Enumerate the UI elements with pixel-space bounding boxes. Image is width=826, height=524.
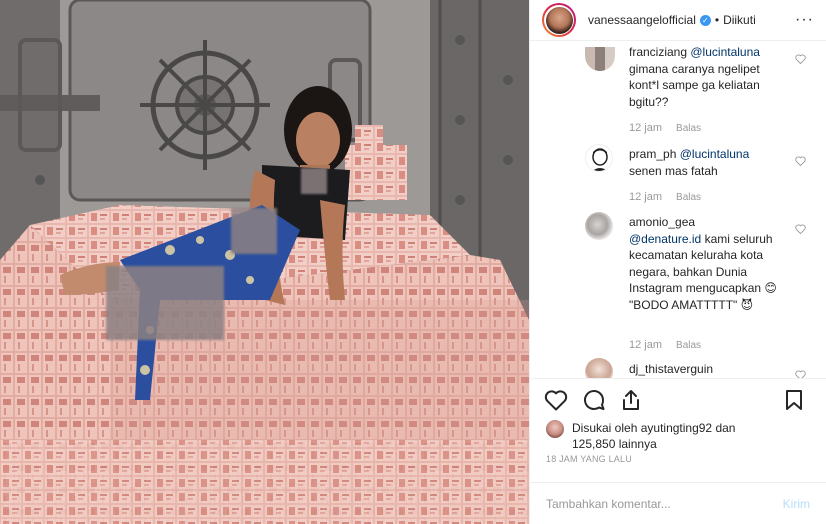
author-avatar[interactable] <box>542 3 576 37</box>
reply-button[interactable]: Balas <box>676 340 701 351</box>
censor-box-3 <box>106 266 224 340</box>
comment-time: 12 jam <box>629 122 663 134</box>
liker-username[interactable]: ayutingting92 <box>641 421 712 435</box>
comment-mention[interactable]: @lucintaluna <box>690 45 760 59</box>
commenter-avatar[interactable] <box>585 47 615 71</box>
author-username[interactable]: vanessaangelofficial <box>588 13 696 27</box>
commenter-avatar[interactable] <box>585 144 613 172</box>
reply-button[interactable]: Balas <box>676 192 701 203</box>
post-timestamp[interactable]: 18 JAM YANG LALU <box>530 452 826 482</box>
comment-input[interactable] <box>546 496 783 511</box>
header-separator: • <box>714 13 720 27</box>
censor-box-1 <box>301 168 327 194</box>
post-sidebar: vanessaangelofficial ✓ • Diikuti ··· fra… <box>529 0 826 524</box>
comment-username[interactable]: pram_ph <box>629 147 676 161</box>
comment-heart-icon[interactable] <box>795 54 806 64</box>
comment-heart-icon[interactable] <box>795 370 806 378</box>
instagram-post-view: vanessaangelofficial ✓ • Diikuti ··· fra… <box>0 0 826 524</box>
likes-summary: Disukai oleh ayutingting92 dan 125,850 l… <box>530 420 826 452</box>
comment-time: 12 jam <box>629 191 663 203</box>
more-options-icon[interactable]: ··· <box>795 11 814 29</box>
commenter-avatar[interactable] <box>585 212 613 240</box>
post-comment-button[interactable]: Kirim <box>783 497 810 511</box>
post-header: vanessaangelofficial ✓ • Diikuti ··· <box>530 0 826 41</box>
share-icon[interactable] <box>620 388 642 412</box>
likes-count[interactable]: 125,850 lainnya <box>572 437 657 451</box>
comment-meta: 12 jam Balas <box>629 191 701 203</box>
post-actions-bar <box>530 378 826 420</box>
comment-meta: 12 jam Balas <box>629 122 701 134</box>
likes-prefix: Disukai oleh <box>572 421 638 435</box>
add-comment-form: Kirim <box>530 482 826 524</box>
comment-mention[interactable]: @denature.id <box>629 232 701 246</box>
commenter-avatar[interactable] <box>585 358 613 378</box>
heart-icon[interactable] <box>544 389 568 411</box>
photo-illustration <box>0 0 529 524</box>
likes-middle: dan <box>715 421 736 435</box>
comment-time: 12 jam <box>629 339 663 351</box>
comment-icon[interactable] <box>582 388 606 412</box>
comment-meta: 12 jam Balas <box>629 339 701 351</box>
comment-username[interactable]: franciziang <box>629 45 687 59</box>
comment-text: senen mas fatah <box>629 163 718 178</box>
censor-box-2 <box>231 208 277 254</box>
reply-button[interactable]: Balas <box>676 123 701 134</box>
post-photo[interactable] <box>0 0 529 524</box>
comment-heart-icon[interactable] <box>795 156 806 166</box>
comment-heart-icon[interactable] <box>795 224 806 234</box>
comments-list[interactable]: franciziang @lucintaluna gimana caranya … <box>530 41 826 378</box>
bookmark-icon[interactable] <box>784 389 804 411</box>
comment-mention[interactable]: @lucintaluna <box>680 147 750 161</box>
comment-username[interactable]: amonio_gea <box>629 215 695 229</box>
liker-avatar[interactable] <box>546 420 564 438</box>
comment-username[interactable]: dj_thistaverguin <box>629 362 713 376</box>
verified-badge-icon: ✓ <box>699 14 711 26</box>
comment-text: gimana caranya ngelipet kont*l sampe ga … <box>629 61 760 109</box>
follow-status-button[interactable]: Diikuti <box>723 13 756 27</box>
